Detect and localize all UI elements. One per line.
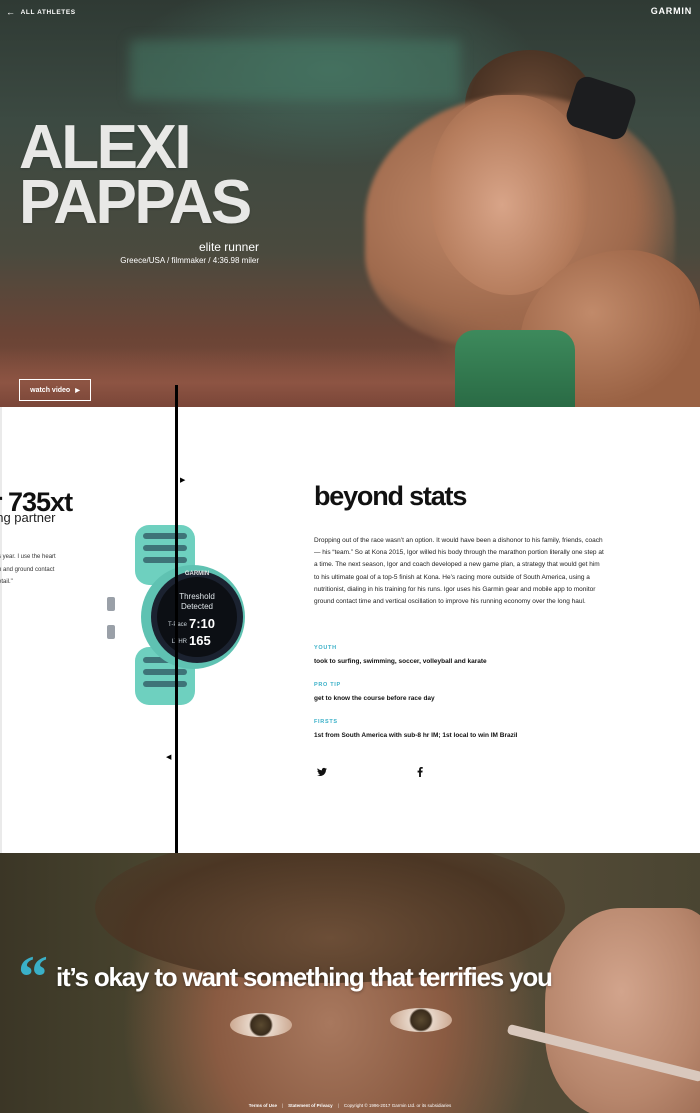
athlete-first-name: ALEXI <box>19 113 192 182</box>
twitter-icon[interactable] <box>317 767 327 777</box>
story-body: Dropping out of the race wasn’t an optio… <box>314 537 604 606</box>
quote-photo-fist <box>545 908 700 1113</box>
back-link-label: ALL ATHLETES <box>20 8 76 16</box>
quote-text: it’s okay to want something that terrifi… <box>56 961 553 992</box>
product-desc-line: n and ground contact <box>0 566 55 573</box>
watch-pace-value: 7:10 <box>189 616 215 631</box>
quote-photo-eye-left <box>230 1013 292 1037</box>
athlete-role: elite runner <box>198 240 259 254</box>
footer-separator: | <box>337 1103 339 1108</box>
fact-label-pro-tip: PRO TIP <box>314 682 341 688</box>
quote-section: “ it’s okay to want something that terri… <box>0 853 700 1113</box>
athlete-photo-jersey <box>455 330 575 407</box>
watch-video-label: watch video <box>30 386 71 394</box>
quote-mark-icon: “ <box>18 944 48 1010</box>
athlete-last-name: PAPPAS <box>19 168 252 237</box>
fact-value-pro-tip: get to know the course before race day <box>314 695 435 702</box>
athlete-meta: Greece/USA / filmmaker / 4:36.98 miler <box>120 256 259 265</box>
quote-photo-eye-right <box>390 1008 452 1032</box>
prev-arrow-icon[interactable]: ◀ <box>166 753 171 761</box>
fact-value-firsts: 1st from South America with sub-8 hr IM;… <box>314 732 518 739</box>
copyright-text: Copyright © 1996-2017 Garmin Ltd. or its… <box>343 1103 452 1108</box>
content-card: r 735xt aining partner s year. I use the… <box>0 407 700 853</box>
watch-screen-line1: Threshold <box>179 592 215 601</box>
brand-logo[interactable]: GARMIN <box>651 6 692 16</box>
play-icon: ▶ <box>75 387 80 394</box>
arrow-left-icon: ← <box>6 7 16 17</box>
hero-section: ← ALL ATHLETES GARMIN ALEXI PAPPAS elite… <box>0 0 700 407</box>
facebook-icon[interactable] <box>416 767 424 777</box>
background-banner <box>130 40 460 100</box>
fact-value-youth: took to surfing, swimming, soccer, volle… <box>314 658 487 665</box>
pull-quote: “ it’s okay to want something that terri… <box>18 944 553 1010</box>
product-desc-line: etail." <box>0 579 13 585</box>
next-arrow-icon[interactable]: ▶ <box>180 476 185 484</box>
back-to-athletes-link[interactable]: ← ALL ATHLETES <box>6 7 76 17</box>
fact-label-firsts: FIRSTS <box>314 719 338 725</box>
fact-label-youth: YOUTH <box>314 645 337 651</box>
product-description: s year. I use the heart n and ground con… <box>0 551 70 589</box>
athlete-name: ALEXI PAPPAS <box>19 113 252 237</box>
footer: Terms of Use | Statement of Privacy | Co… <box>0 1103 700 1108</box>
athlete-photo-face <box>430 95 590 295</box>
terms-link[interactable]: Terms of Use <box>249 1103 277 1108</box>
timeline-divider <box>175 385 178 873</box>
privacy-link[interactable]: Statement of Privacy <box>288 1103 333 1108</box>
product-desc-line: s year. I use the heart <box>0 554 56 560</box>
watch-video-button[interactable]: watch video ▶ <box>19 379 91 401</box>
watch-lthr-value: 165 <box>189 633 211 648</box>
product-subtitle: aining partner <box>0 510 56 525</box>
watch-screen-line2: Detected <box>181 602 213 611</box>
section-title: beyond stats <box>314 481 467 511</box>
card-edge <box>0 407 2 853</box>
footer-separator: | <box>281 1103 284 1108</box>
watch-screen-brand: GARMIN <box>185 571 209 577</box>
